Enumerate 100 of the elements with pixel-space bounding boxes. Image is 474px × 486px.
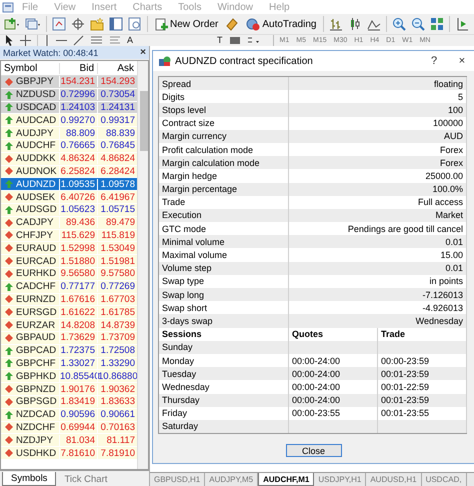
symbol-row[interactable]: AUDNOK 6.25824 6.28424 — [1, 166, 137, 178]
symbol-row[interactable]: NZDJPY 81.034 81.117 — [1, 434, 137, 448]
text-tool[interactable]: A — [127, 34, 134, 46]
session-day: Thursday — [159, 394, 289, 407]
label-tool[interactable]: T — [217, 34, 223, 46]
close-button[interactable]: × — [140, 47, 146, 58]
chart-tab[interactable]: USDCAD, — [422, 473, 467, 486]
app-icon[interactable] — [2, 2, 14, 12]
candlestick-icon[interactable] — [348, 17, 362, 31]
bid-price: 0.90596 — [59, 409, 97, 420]
trendline-icon[interactable] — [73, 34, 84, 46]
session-day: Saturday — [159, 420, 289, 434]
symbol-row[interactable]: USDCAD 1.24103 1.24131 — [1, 102, 137, 114]
chart-tab[interactable]: USDJPY,H1 — [314, 473, 366, 486]
zoom-in-icon[interactable] — [392, 17, 406, 31]
symbol-row[interactable]: AUDSGD 1.05623 1.05715 — [1, 204, 137, 217]
bid-price: 1.33027 — [59, 358, 97, 369]
symbol-name: CHFJPY — [16, 230, 53, 241]
vertical-line-icon[interactable] — [44, 34, 50, 46]
symbol-name: GBPAUD — [16, 332, 56, 344]
new-order-button[interactable]: New Order — [153, 16, 220, 32]
property-value: 0.01 — [289, 262, 467, 275]
crosshair-icon[interactable] — [71, 17, 85, 31]
symbol-row[interactable]: EURNZD 1.67616 1.67703 — [1, 294, 137, 306]
symbol-name: AUDCHF — [16, 140, 56, 152]
bid-price: 1.51880 — [59, 256, 97, 267]
symbol-row[interactable]: EURZAR 14.8208 14.8739 — [1, 319, 137, 332]
panel-tab[interactable]: Tick Chart — [56, 472, 116, 486]
symbol-row[interactable]: EURSGD 1.61622 1.61785 — [1, 306, 137, 320]
symbol-row[interactable]: CADJPY 89.436 89.479 — [1, 216, 137, 230]
symbol-row[interactable]: AUDDKK 4.86324 4.86824 — [1, 152, 137, 166]
symbol-name: GBPHKD — [16, 370, 56, 382]
zoom-out-icon[interactable] — [411, 17, 426, 31]
property-name: Spread — [159, 77, 289, 90]
symbol-row[interactable]: GBPCHF 1.33027 1.33290 — [1, 358, 137, 370]
chart-tab[interactable]: AUDCHF,M1 — [258, 473, 314, 486]
tile-windows-icon[interactable] — [430, 17, 444, 31]
property-value: floating — [289, 77, 467, 90]
chart-tab[interactable]: GBPUSD,H1 — [150, 473, 206, 486]
symbol-row[interactable]: AUDNZD 1.09535 1.09578 — [1, 178, 137, 192]
bar-chart-icon[interactable] — [329, 17, 344, 31]
symbol-name: NZDJPY — [16, 434, 53, 446]
symbol-name: EURNZD — [16, 294, 56, 305]
down-arrow-icon — [5, 193, 13, 202]
cursor-icon[interactable] — [4, 34, 14, 46]
symbol-row[interactable]: NZDUSD 0.72996 0.73054 — [1, 88, 137, 102]
symbol-row[interactable]: GBPCAD 1.72375 1.72508 — [1, 344, 137, 358]
symbol-row[interactable]: AUDCHF 0.76665 0.76845 — [1, 140, 137, 153]
fibonacci-icon[interactable] — [90, 34, 103, 46]
chart-tab[interactable]: AUDUSD,H1 — [366, 473, 422, 486]
panel-tab[interactable]: Symbols — [2, 472, 56, 486]
symbol-row[interactable]: AUDJPY 88.809 88.839 — [1, 127, 137, 140]
bid-price: 88.809 — [59, 128, 97, 139]
symbol-row[interactable]: GBPHKD 10.8554010.86880 — [1, 370, 137, 384]
symbol-name: AUDNZD — [16, 178, 56, 190]
dialog-icon — [158, 55, 171, 67]
help-button[interactable]: ? — [422, 55, 446, 67]
symbol-row[interactable]: EURHKD 9.56580 9.57580 — [1, 268, 137, 281]
profiles-icon[interactable] — [25, 17, 41, 31]
bid-price: 1.90176 — [59, 384, 97, 395]
close-button[interactable]: Close — [286, 444, 342, 458]
symbol-row[interactable]: GBPJPY 154.231 154.293 — [1, 76, 137, 89]
symbol-row[interactable]: AUDCAD 0.99270 0.99317 — [1, 114, 137, 128]
folder-star-icon[interactable] — [90, 17, 104, 31]
symbol-row[interactable]: NZDCAD 0.90596 0.90661 — [1, 408, 137, 422]
symbol-row[interactable]: EURAUD 1.52998 1.53049 — [1, 242, 137, 256]
metaeditor-icon[interactable] — [225, 17, 240, 31]
autotrading-button[interactable]: AutoTrading — [244, 16, 318, 32]
symbol-name: EURCAD — [16, 256, 56, 267]
crosshair-icon[interactable] — [20, 34, 31, 46]
symbol-row[interactable]: AUDSEK 6.40726 6.41967 — [1, 191, 137, 204]
tester-icon[interactable] — [128, 17, 142, 31]
symbol-row[interactable]: CADCHF 0.77177 0.77269 — [1, 280, 137, 294]
close-button[interactable]: × — [450, 55, 474, 67]
arrows-icon[interactable] — [246, 34, 261, 46]
symbol-row[interactable]: USDHKD 7.81610 7.81910 — [1, 447, 137, 460]
bid-price: 9.56580 — [59, 268, 97, 280]
bid-price: 1.52998 — [59, 242, 97, 254]
symbol-row[interactable]: GBPAUD 1.73629 1.73709 — [1, 332, 137, 345]
scrollbar[interactable] — [137, 61, 148, 469]
symbol-name: AUDDKK — [16, 153, 56, 164]
symbol-row[interactable]: EURCAD 1.51880 1.51981 — [1, 255, 137, 268]
symbol-name: AUDSGD — [16, 204, 57, 216]
column-header[interactable]: Bid — [59, 62, 97, 74]
rectangle-icon[interactable] — [228, 34, 241, 46]
panel-title: Market Watch: 00:48:41 — [3, 48, 98, 58]
new-order-icon — [155, 18, 168, 30]
symbol-row[interactable]: NZDCHF 0.69944 0.70163 — [1, 422, 137, 434]
navigator-icon[interactable] — [109, 17, 123, 31]
bid-price: 0.72996 — [59, 89, 97, 100]
up-arrow-icon — [5, 410, 13, 419]
bid-price: 1.83419 — [59, 396, 97, 408]
symbol-row[interactable]: CHFJPY 115.629 115.819 — [1, 230, 137, 242]
property-name: Swap long — [159, 288, 289, 302]
column-header[interactable]: Symbol — [1, 62, 59, 74]
auto-scroll-icon[interactable] — [455, 17, 470, 31]
market-watch-icon[interactable] — [52, 17, 66, 31]
symbol-row[interactable]: GBPSGD 1.83419 1.83633 — [1, 396, 137, 409]
down-arrow-icon — [5, 78, 13, 86]
symbol-row[interactable]: GBPNZD 1.90176 1.90362 — [1, 383, 137, 396]
